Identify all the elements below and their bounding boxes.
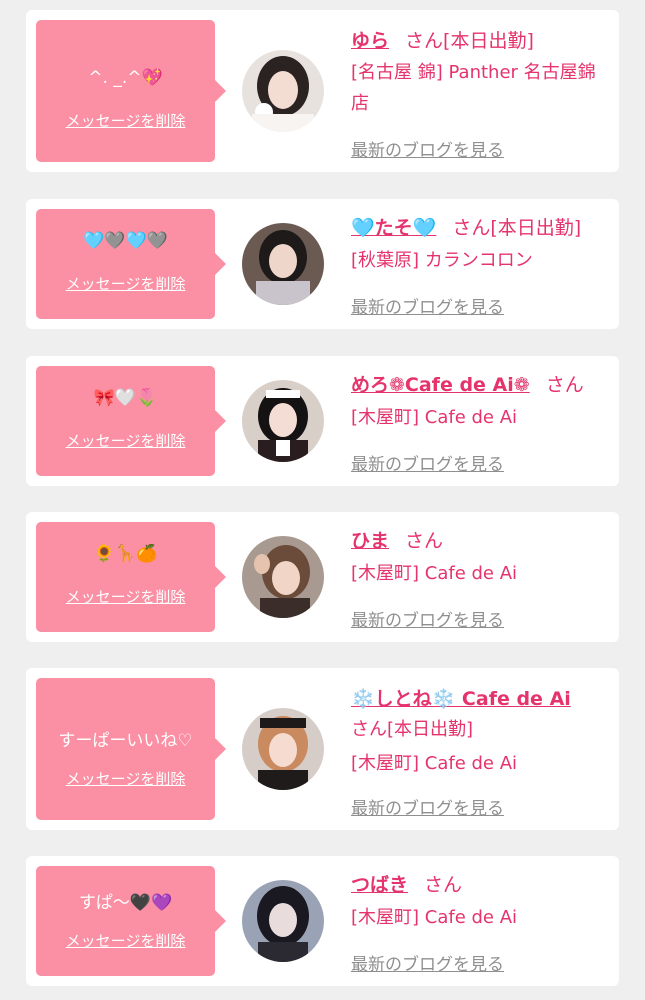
cast-name-link[interactable]: ❄️しとね❄️ Cafe de Ai [351,688,571,710]
avatar[interactable] [242,708,324,790]
message-text: 🎀🤍🌷 [93,388,158,408]
cast-name-link[interactable]: ひま [351,530,389,552]
san-suffix: さん[本日出勤] [405,30,534,52]
latest-blog-link[interactable]: 最新のブログを見る [351,794,504,819]
delete-message-link[interactable]: メッセージを削除 [36,768,215,789]
favorite-card: すぱ〜🖤💜 メッセージを削除 つばき さん [木屋町] Cafe de Ai 最新… [26,856,619,986]
favorite-card: 🩵🩶🩵🩶 メッセージを削除 🩵たそ🩵 さん[本日出勤] [秋葉原] カランコロン … [26,199,619,329]
name-line: めろ❁Cafe de Ai❁ さん [351,370,584,397]
cast-name-link[interactable]: 🩵たそ🩵 [351,217,436,239]
avatar[interactable] [242,50,324,132]
san-suffix: さん [424,874,463,896]
shop-name: [名古屋 錦] Panther 名古屋錦店 [351,62,596,114]
message-text: 🩵🩶🩵🩶 [83,231,168,251]
cast-name-link[interactable]: ゆら [351,30,389,52]
delete-message-link[interactable]: メッセージを削除 [36,110,215,131]
favorite-card: 🌻🦒🍊 メッセージを削除 ひま さん [木屋町] Cafe de Ai 最新のブロ… [26,512,619,642]
favorite-card: 🎀🤍🌷 メッセージを削除 めろ❁Cafe de Ai❁ さん [木屋町] Cafe… [26,356,619,486]
latest-blog-link[interactable]: 最新のブログを見る [351,293,504,318]
message-bubble: すーぱーいいね♡ メッセージを削除 [36,678,226,820]
san-suffix: さん[本日出勤] [351,719,474,740]
cast-name-link[interactable]: めろ❁Cafe de Ai❁ [351,374,530,396]
shop-name: [木屋町] Cafe de Ai [351,407,518,428]
san-suffix: さん[本日出勤] [452,217,582,239]
latest-blog-link[interactable]: 最新のブログを見る [351,606,504,631]
favorite-card: すーぱーいいね♡ メッセージを削除 ❄️しとね❄️ Cafe de Ai さん[… [26,668,619,830]
name-line: ひま さん [351,526,443,553]
latest-blog-link[interactable]: 最新のブログを見る [351,136,504,161]
message-bubble: 🎀🤍🌷 メッセージを削除 [36,366,226,476]
name-line: ゆら さん[本日出勤] [351,26,534,53]
message-text: すぱ〜🖤💜 [78,893,173,913]
avatar[interactable] [242,223,324,305]
message-text: ^. _.^💖 [88,68,163,88]
message-text: すーぱーいいね♡ [58,731,193,751]
avatar[interactable] [242,536,324,618]
message-bubble: すぱ〜🖤💜 メッセージを削除 [36,866,226,976]
name-line: 🩵たそ🩵 さん[本日出勤] [351,213,581,240]
shop-name: [木屋町] Cafe de Ai [351,907,518,928]
name-line: ❄️しとね❄️ Cafe de Ai [351,684,571,711]
delete-message-link[interactable]: メッセージを削除 [36,273,215,294]
avatar[interactable] [242,380,324,462]
avatar[interactable] [242,880,324,962]
latest-blog-link[interactable]: 最新のブログを見る [351,450,504,475]
message-bubble: 🩵🩶🩵🩶 メッセージを削除 [36,209,226,319]
shop-name: [木屋町] Cafe de Ai [351,753,518,774]
shop-name: [秋葉原] カランコロン [351,250,533,271]
cast-name-link[interactable]: つばき [351,874,408,896]
san-suffix: さん [545,374,584,396]
latest-blog-link[interactable]: 最新のブログを見る [351,950,504,975]
shop-name: [木屋町] Cafe de Ai [351,563,518,584]
name-line: つばき さん [351,870,462,897]
message-text: 🌻🦒🍊 [93,544,158,564]
delete-message-link[interactable]: メッセージを削除 [36,930,215,951]
favorite-card: ^. _.^💖 メッセージを削除 ゆら さん[本日出勤] [名古屋 錦] Pant… [26,10,619,172]
san-suffix: さん [405,530,444,552]
message-bubble: ^. _.^💖 メッセージを削除 [36,20,226,162]
delete-message-link[interactable]: メッセージを削除 [36,430,215,451]
delete-message-link[interactable]: メッセージを削除 [36,586,215,607]
message-bubble: 🌻🦒🍊 メッセージを削除 [36,522,226,632]
